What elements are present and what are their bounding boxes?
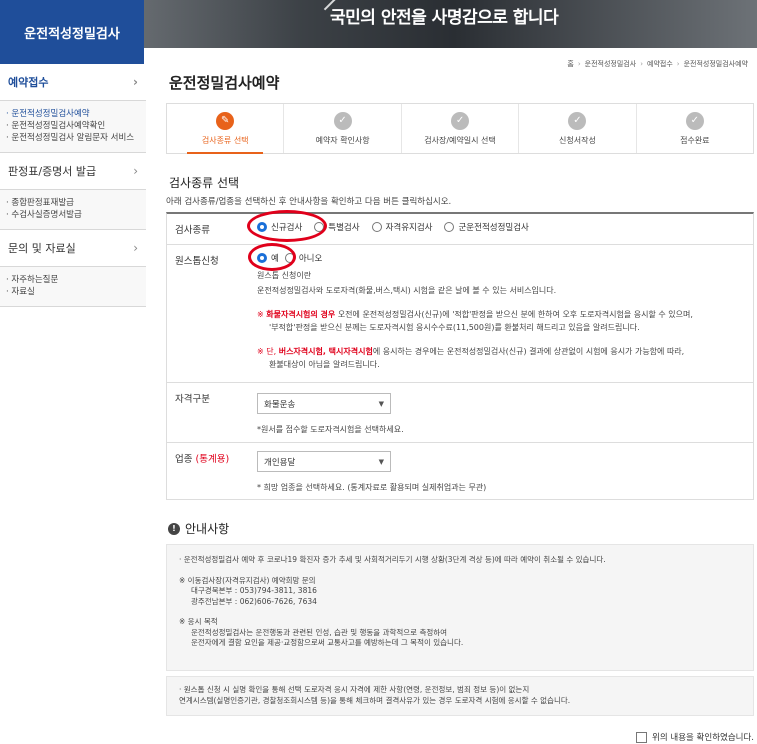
notice-inquiry: ※ 이동검사장(자격유지검사) 예약희망 문의 대구경북본부 : 053)794… [179,575,317,606]
select-value: 개인용달 [264,457,296,468]
notice-box-1: · 운전적성정밀검사 예약 후 코로나19 확진자 증가 추세 및 사회적거리두… [166,544,754,671]
breadcrumb-separator-icon: › [577,60,581,68]
onestop-info-desc: 운전적성정밀검사와 도로자격(화물,버스,택시) 시험을 같은 날에 볼 수 있… [257,285,557,295]
check-icon: ✓ [451,111,470,130]
sidebar-item-reissue[interactable]: · 종합판정표재발급 [6,197,140,209]
home-icon[interactable]: 홈 [567,59,573,69]
onestop-radio-group: 예 아니오 [248,243,749,271]
field-label: 자격구분 [175,394,210,405]
sidebar-logo[interactable]: 운전적성정밀검사 [0,0,144,64]
radio-special-exam[interactable]: 특별검사 [314,221,360,233]
onestop-note-2-line2: 환불대상이 아님을 알려드립니다. [269,359,380,369]
onestop-note-2: ※ 단, 버스자격시험, 택시자격시험에 응시하는 경우에는 운전적성정밀검사(… [257,347,685,356]
sidebar-item-faq[interactable]: · 자주하는질문 [6,274,140,286]
breadcrumb-separator-icon: › [676,60,680,68]
banner-slogan: 국민의 안전을 사명감으로 합니다 [330,8,559,28]
step-label: 검사장/예약일시 선택 [424,135,496,145]
step-location-date: ✓ 검사장/예약일시 선택 [400,104,518,153]
notice-purpose: ※ 응시 목적 운전적성정밀검사는 운전행동과 관련된 인성, 습관 및 행동을… [179,617,464,647]
field-label: 검사종류 [175,225,210,236]
radio-onestop-no[interactable]: 아니오 [284,252,322,264]
pencil-icon: ✎ [216,111,235,130]
radio-qualification-exam[interactable]: 자격유지검사 [371,221,432,233]
sidebar-item-exam-reservation[interactable]: · 운전적성정밀검사예약 [6,108,140,120]
check-icon: ✓ [685,111,704,130]
row-industry: 업종 (통계용) 개인용달 ▼ * 희망 업종을 선택하세요. (통계자료로 활… [167,443,753,499]
sidebar-item-archive[interactable]: · 자료실 [6,286,140,298]
onestop-note-1: ※ 화물자격시험의 경우 오전에 운전적성정밀검사(신규)에 '적합'판정을 받… [257,310,693,319]
sidebar-submenu-faq: · 자주하는질문 · 자료실 [0,267,146,307]
radio-onestop-yes[interactable]: 예 [257,252,279,264]
section-title: 검사종류 선택 [169,176,240,190]
radio-military-exam[interactable]: 군운전적성정밀검사 [444,221,529,233]
check-icon: ✓ [333,111,352,130]
row-qualification: 자격구분 화물운송 ▼ *원서를 접수할 도로자격시험을 선택하세요. [167,383,753,443]
qualification-hint: *원서를 접수할 도로자격시험을 선택하세요. [257,425,404,434]
exam-form: 검사종류 신규검사 특별검사 자격유지검사 군운전적성정밀검사 원스톱신청 예 … [166,210,754,500]
breadcrumb-item[interactable]: 운전적성정밀검사 [585,59,637,69]
notice-line: · 원스톱 신청 시 실명 확인을 통해 선택 도로자격 응시 자격에 제한 사… [179,685,530,694]
caret-down-icon: ▼ [378,457,384,466]
caret-down-icon: ▼ [378,399,384,408]
sidebar-section-certificates[interactable]: 판정표/증명서 발급 › [0,153,146,190]
notice-line: 연계시스템(실명인증기관, 경찰청조회시스템 등)을 통해 체크하며 결격사유가… [179,695,571,705]
qualification-select[interactable]: 화물운송 ▼ [257,393,391,414]
sidebar: 예약접수 › · 운전적성정밀검사예약 · 운전적성정밀검사예약확인 · 운전적… [0,64,146,307]
sidebar-item-certificate[interactable]: · 수검사실증명서발급 [6,209,140,221]
checkbox-box[interactable] [636,731,648,743]
onestop-info-title: 원스톱 신청이란 [257,271,312,280]
exam-type-radio-group: 신규검사 특별검사 자격유지검사 군운전적성정밀검사 [247,210,749,242]
select-value: 화물운송 [264,399,296,410]
sidebar-submenu-reservation: · 운전적성정밀검사예약 · 운전적성정밀검사예약확인 · 운전적성정밀검사 알… [0,101,146,153]
step-label: 예약자 확인사항 [315,135,370,145]
breadcrumb: 홈 › 운전적성정밀검사 › 예약접수 › 운전적성정밀검사예약 [567,59,748,69]
check-icon: ✓ [568,111,587,130]
sidebar-item-reservation-check[interactable]: · 운전적성정밀검사예약확인 [6,120,140,132]
chevron-right-icon: › [133,241,138,255]
onestop-note-1-line2: '부적합'판정을 받으신 분께는 도로자격시험 응시수수료(11,500원)를 … [269,322,640,332]
notice-box-2: · 원스톱 신청 시 실명 확인을 통해 선택 도로자격 응시 자격에 제한 사… [166,676,754,716]
step-complete: ✓ 접수완료 [635,104,753,153]
info-icon: ! [168,522,180,535]
confirm-label: 위의 내용을 확인하였습니다. [652,733,754,743]
field-label: 원스톱신청 [175,256,219,267]
sidebar-submenu-certificates: · 종합판정표재발급 · 수검사실증명서발급 [0,190,146,230]
notice-title: ! 안내사항 [168,520,229,537]
step-application: ✓ 신청서작성 [518,104,635,153]
radio-new-exam[interactable]: 신규검사 [257,221,302,233]
sidebar-section-faq[interactable]: 문의 및 자료실 › [0,230,146,267]
step-exam-type: ✎ 검사종류 선택 [167,104,283,154]
sidebar-item-sms-service[interactable]: · 운전적성정밀검사 알림문자 서비스 [6,132,140,144]
industry-hint: * 희망 업종을 선택하세요. (통계자료로 활용되며 실제취업과는 무관) [257,483,487,492]
notice-line: · 운전적성정밀검사 예약 후 코로나19 확진자 증가 추세 및 사회적거리두… [179,555,606,564]
chevron-right-icon: › [133,75,138,89]
sidebar-section-label: 예약접수 [8,76,49,89]
chevron-right-icon: › [133,164,138,178]
step-label: 신청서작성 [559,135,596,145]
confirm-checkbox[interactable]: 위의 내용을 확인하였습니다. [636,731,754,743]
breadcrumb-item-current: 운전적성정밀검사예약 [683,60,748,68]
field-label: 업종 (통계용) [175,454,230,465]
progress-steps: ✎ 검사종류 선택 ✓ 예약자 확인사항 ✓ 검사장/예약일시 선택 ✓ 신청서… [166,103,754,154]
row-exam-type: 검사종류 신규검사 특별검사 자격유지검사 군운전적성정밀검사 [167,210,753,245]
breadcrumb-item[interactable]: 예약접수 [647,59,673,69]
step-confirmation: ✓ 예약자 확인사항 [283,104,400,153]
industry-select[interactable]: 개인용달 ▼ [257,451,391,472]
step-label: 검사종류 선택 [201,135,249,145]
page-title: 운전정밀검사예약 [169,74,280,92]
breadcrumb-separator-icon: › [640,60,644,68]
section-description: 아래 검사종류/업종을 선택하신 후 안내사항을 확인하고 다음 버튼 클릭하십… [166,197,452,207]
sidebar-section-label: 판정표/증명서 발급 [8,165,97,178]
row-onestop: 원스톱신청 예 아니오 원스톱 신청이란 운전적성정밀검사와 도로자격(화물,버… [167,243,753,383]
sidebar-section-reservation[interactable]: 예약접수 › [0,64,146,101]
sidebar-section-label: 문의 및 자료실 [8,242,76,255]
step-label: 접수완료 [680,135,710,145]
